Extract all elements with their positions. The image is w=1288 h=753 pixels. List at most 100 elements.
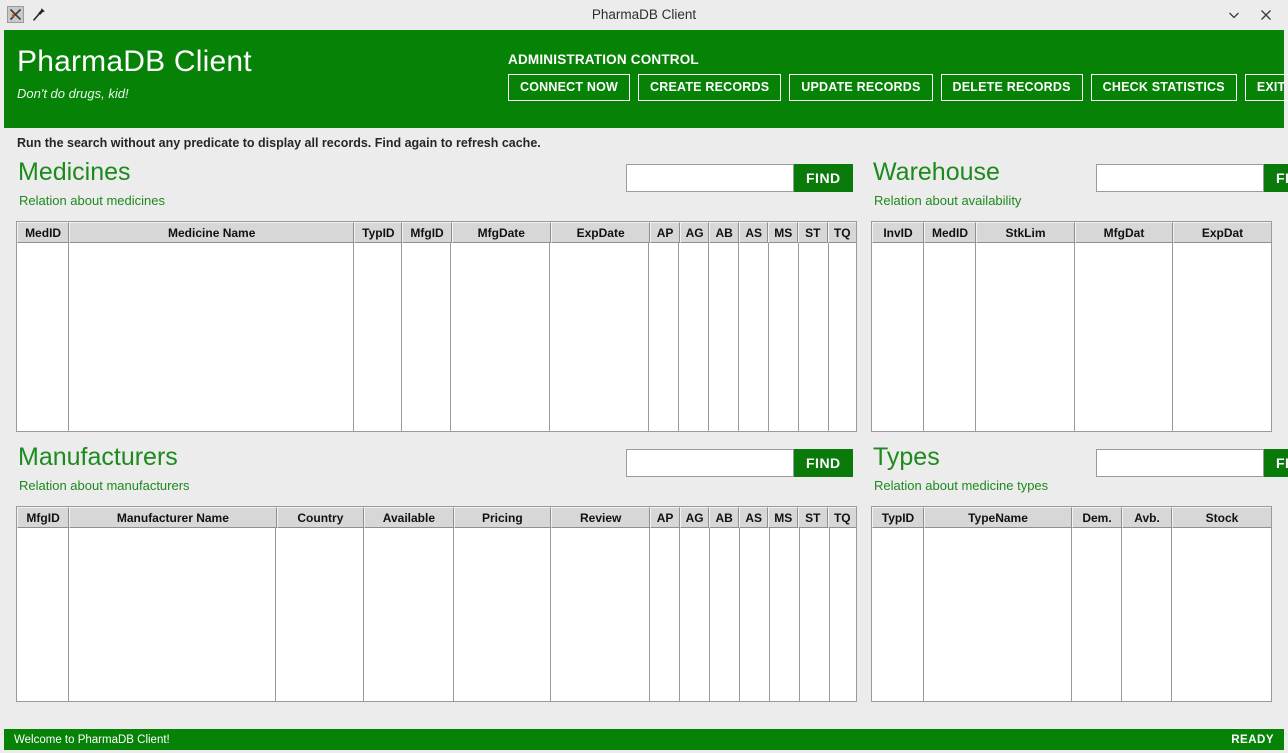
warehouse-table: InvID MedID StkLim MfgDat ExpDat [871,221,1272,432]
manufacturers-find-button[interactable]: FIND [794,449,853,477]
status-message: Welcome to PharmaDB Client! [14,733,170,746]
medicines-table-body[interactable] [17,243,856,431]
check-statistics-button[interactable]: CHECK STATISTICS [1090,74,1237,101]
column-header-ms[interactable]: MS [768,507,798,528]
panel-warehouse-subtitle: Relation about availability [874,193,1022,208]
column-header-st[interactable]: ST [797,507,828,528]
warehouse-table-body[interactable] [872,243,1271,431]
column-header-avb[interactable]: Avb. [1122,507,1172,528]
close-icon[interactable] [1258,7,1274,23]
update-records-button[interactable]: UPDATE RECORDS [789,74,933,101]
brand-subtitle: Don't do drugs, kid! [17,86,129,101]
brand-title: PharmaDB Client [17,45,252,78]
pin-icon[interactable] [32,7,46,23]
types-find-button[interactable]: FIND [1264,449,1288,477]
column-header-as[interactable]: AS [738,222,769,243]
column-header-ms[interactable]: MS [768,222,798,243]
warehouse-table-header: InvID MedID StkLim MfgDat ExpDat [872,222,1271,243]
x-logo-icon[interactable] [7,6,24,23]
panel-types: Types Relation about medicine types FIND… [871,443,1288,702]
titlebar-left-icons [0,6,46,23]
medicines-table-header: MedID Medicine Name TypID MfgID MfgDate … [17,222,856,243]
medicines-table: MedID Medicine Name TypID MfgID MfgDate … [16,221,857,432]
brand-block: PharmaDB Client Don't do drugs, kid! [17,45,252,102]
column-header-medid[interactable]: MedID [924,222,976,243]
column-header-pricing[interactable]: Pricing [453,507,551,528]
column-header-available[interactable]: Available [364,507,454,528]
manufacturers-table: MfgID Manufacturer Name Country Availabl… [16,506,857,702]
chevron-down-icon[interactable] [1226,7,1242,23]
panel-medicines-title: Medicines [18,158,131,186]
column-header-mfgid[interactable]: MfgID [17,507,70,528]
types-search-input[interactable] [1096,449,1264,477]
window-titlebar: PharmaDB Client [0,0,1288,29]
panel-manufacturers-title: Manufacturers [18,443,178,471]
panel-types-header: Types Relation about medicine types FIND [871,443,1288,506]
status-state: READY [1231,733,1274,746]
column-header-invid[interactable]: InvID [872,222,924,243]
connect-now-button[interactable]: CONNECT NOW [508,74,631,101]
panel-medicines-subtitle: Relation about medicines [19,193,165,208]
panel-warehouse: Warehouse Relation about availability FI… [871,158,1288,432]
column-header-ap[interactable]: AP [650,222,680,243]
column-header-typid[interactable]: TypID [872,507,924,528]
types-table-header: TypID TypeName Dem. Avb. Stock [872,507,1271,528]
column-header-manufacturer-name[interactable]: Manufacturer Name [69,507,277,528]
application-window: PharmaDB Client Don't do drugs, kid! ADM… [0,29,1288,753]
column-header-tq[interactable]: TQ [827,222,856,243]
column-header-stklim[interactable]: StkLim [976,222,1075,243]
delete-records-button[interactable]: DELETE RECORDS [940,74,1083,101]
panel-warehouse-search: FIND [1096,164,1288,192]
panel-warehouse-header: Warehouse Relation about availability FI… [871,158,1288,221]
medicines-find-button[interactable]: FIND [794,164,853,192]
panel-warehouse-title: Warehouse [873,158,1000,186]
medicines-search-input[interactable] [626,164,794,192]
manufacturers-table-body[interactable] [17,528,856,701]
hint-text: Run the search without any predicate to … [17,136,541,150]
panel-medicines: Medicines Relation about medicines FIND … [16,159,857,432]
column-header-country[interactable]: Country [276,507,365,528]
column-header-stock[interactable]: Stock [1172,507,1271,528]
column-header-st[interactable]: ST [797,222,828,243]
types-table-body[interactable] [872,528,1271,701]
column-header-ab[interactable]: AB [709,222,739,243]
column-header-medid[interactable]: MedID [17,222,70,243]
column-header-ab[interactable]: AB [709,507,739,528]
column-header-mfgdate[interactable]: MfgDate [451,222,551,243]
app-banner: PharmaDB Client Don't do drugs, kid! ADM… [4,30,1288,128]
column-header-expdat[interactable]: ExpDat [1173,222,1271,243]
column-header-review[interactable]: Review [551,507,651,528]
column-header-mfgid[interactable]: MfgID [402,222,452,243]
column-header-ag[interactable]: AG [679,507,710,528]
panel-types-search: FIND [1096,449,1288,477]
exit-button[interactable]: EXIT [1244,74,1288,101]
panel-medicines-search: FIND [626,164,853,192]
column-header-as[interactable]: AS [738,507,769,528]
column-header-typename[interactable]: TypeName [924,507,1072,528]
panel-types-subtitle: Relation about medicine types [874,478,1049,493]
column-header-mfgdat[interactable]: MfgDat [1075,222,1173,243]
panel-manufacturers-header: Manufacturers Relation about manufacture… [16,444,857,506]
panel-manufacturers-search: FIND [626,449,853,477]
column-header-dem[interactable]: Dem. [1072,507,1122,528]
warehouse-search-input[interactable] [1096,164,1264,192]
column-header-tq[interactable]: TQ [827,507,856,528]
column-header-ap[interactable]: AP [650,507,680,528]
administration-button-row: CONNECT NOW CREATE RECORDS UPDATE RECORD… [508,74,1288,101]
warehouse-find-button[interactable]: FIND [1264,164,1288,192]
status-bar: Welcome to PharmaDB Client! READY [4,729,1284,750]
create-records-button[interactable]: CREATE RECORDS [638,74,782,101]
window-title: PharmaDB Client [591,7,697,22]
administration-control-label: ADMINISTRATION CONTROL [508,52,699,67]
panel-manufacturers: Manufacturers Relation about manufacture… [16,444,857,702]
column-header-ag[interactable]: AG [679,222,710,243]
window-controls [1226,7,1288,23]
manufacturers-search-input[interactable] [626,449,794,477]
column-header-medicine-name[interactable]: Medicine Name [69,222,355,243]
panel-medicines-header: Medicines Relation about medicines FIND [16,159,857,221]
administration-control: ADMINISTRATION CONTROL CONNECT NOW CREAT… [508,52,1288,101]
column-header-typid[interactable]: TypID [354,222,403,243]
column-header-expdate[interactable]: ExpDate [550,222,651,243]
panel-types-title: Types [873,443,940,471]
manufacturers-table-header: MfgID Manufacturer Name Country Availabl… [17,507,856,528]
